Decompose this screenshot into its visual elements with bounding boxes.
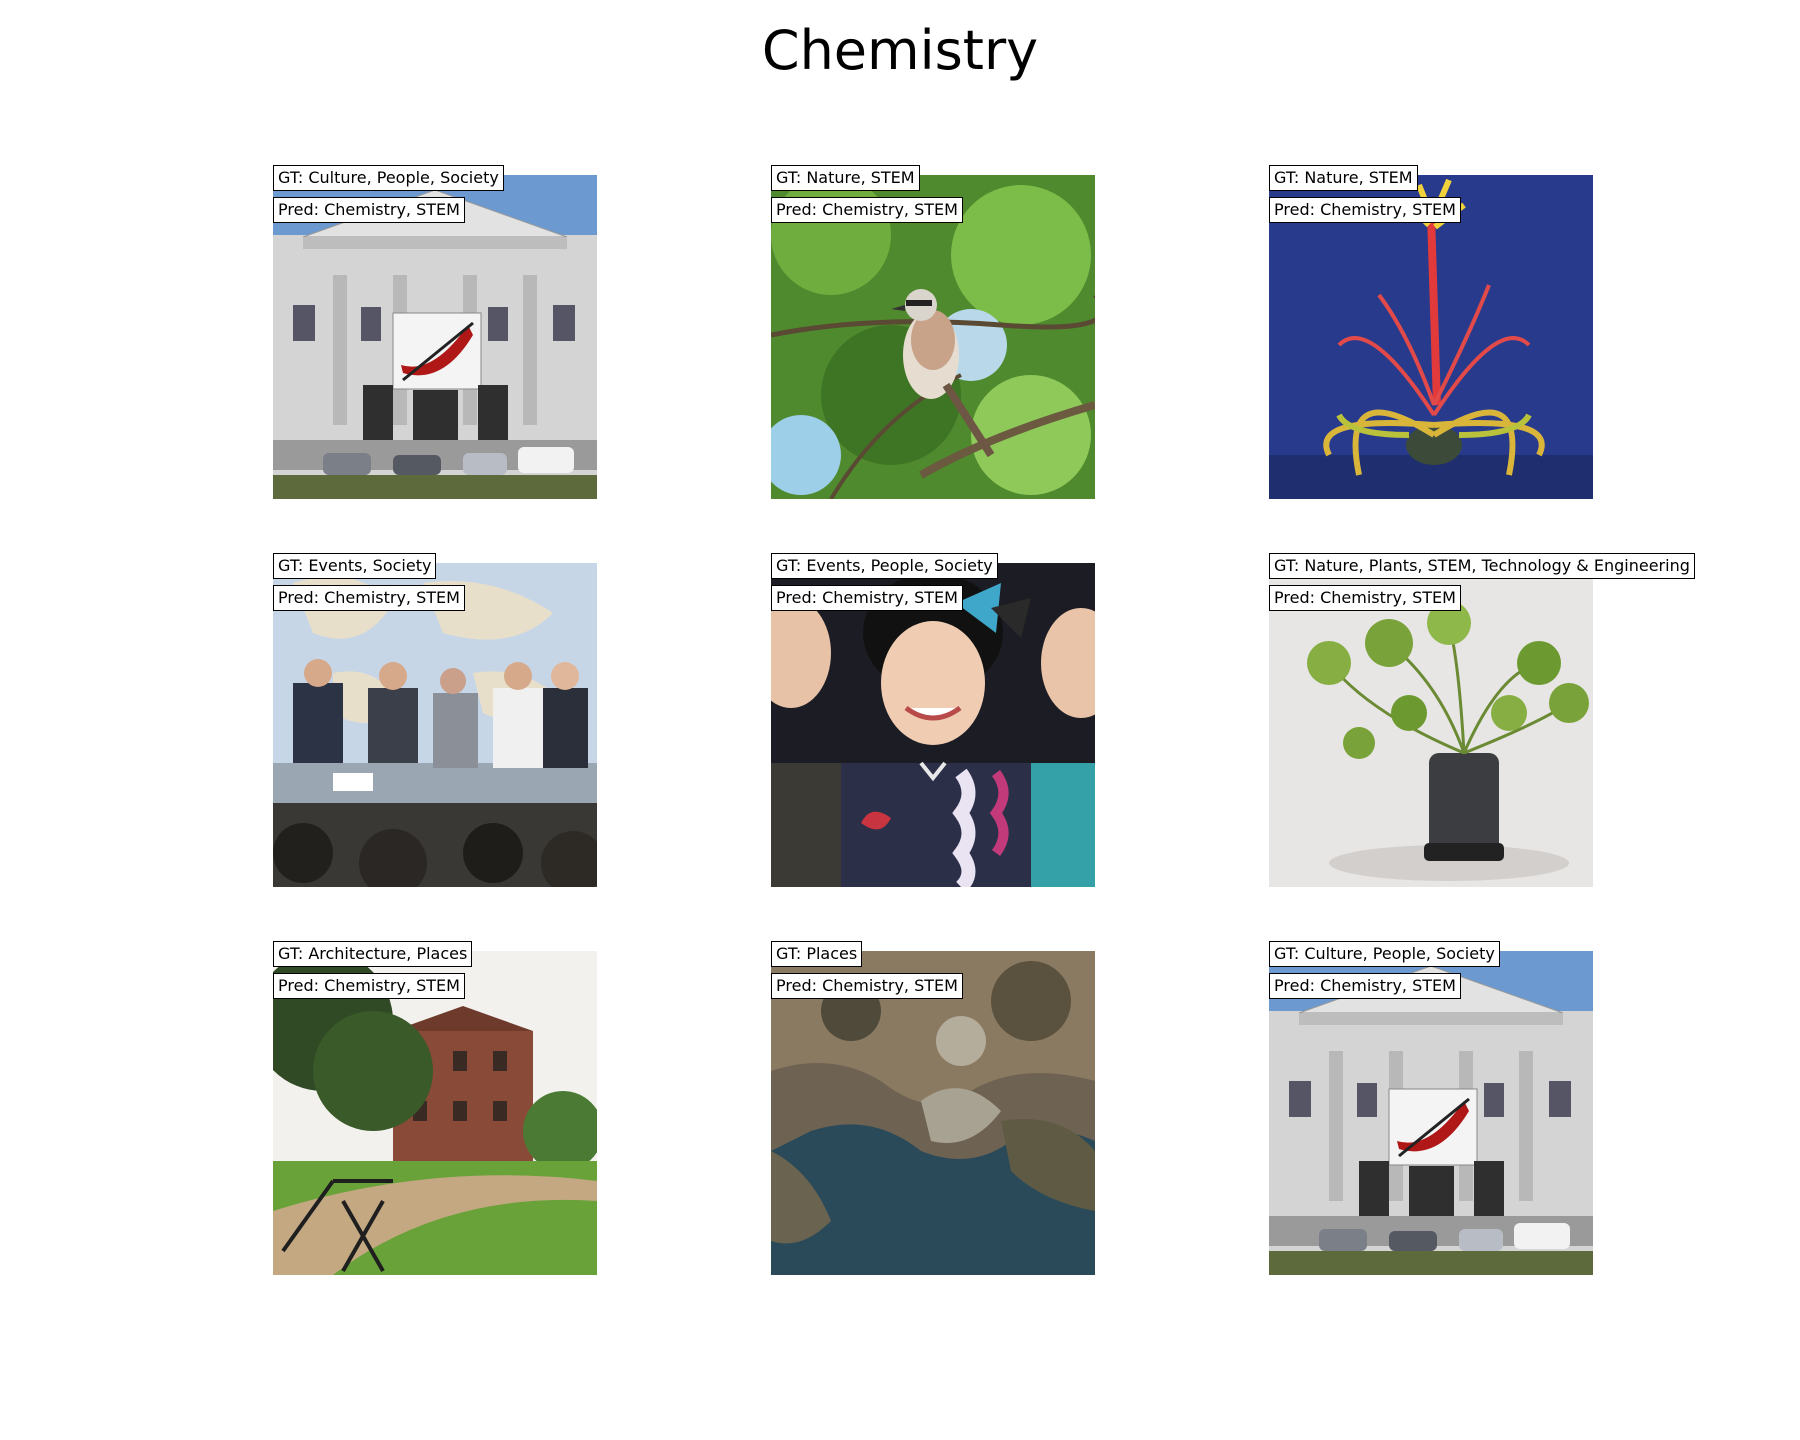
air-plant-image [1269, 175, 1593, 499]
gt-label: GT: Nature, STEM [771, 165, 920, 191]
pred-label: Pred: Chemistry, STEM [1269, 197, 1461, 223]
pred-label: Pred: Chemistry, STEM [771, 197, 963, 223]
pred-label: Pred: Chemistry, STEM [273, 973, 465, 999]
building-facade-image [273, 175, 597, 499]
gt-label: GT: Nature, Plants, STEM, Technology & E… [1269, 553, 1695, 579]
image-panel: GT: Events, People, Society Pred: Chemis… [771, 553, 1095, 887]
gt-label: GT: Architecture, Places [273, 941, 473, 967]
panel-discussion-image [273, 563, 597, 887]
image-panel: GT: Events, Society Pred: Chemistry, STE… [273, 553, 597, 887]
gt-label: GT: Culture, People, Society [273, 165, 504, 191]
pred-label: Pred: Chemistry, STEM [1269, 973, 1461, 999]
bird-on-branch-image [771, 175, 1095, 499]
pred-label: Pred: Chemistry, STEM [1269, 585, 1461, 611]
aerial-coast-image [771, 951, 1095, 1275]
potted-plant-image [1269, 563, 1593, 887]
image-panel: GT: Architecture, Places Pred: Chemistry… [273, 941, 597, 1275]
gt-label: GT: Places [771, 941, 863, 967]
page-title: Chemistry [761, 19, 1039, 82]
pred-label: Pred: Chemistry, STEM [273, 585, 465, 611]
building-facade-image [1269, 951, 1593, 1275]
gt-label: GT: Events, Society [273, 553, 437, 579]
pred-label: Pred: Chemistry, STEM [771, 585, 963, 611]
gt-label: GT: Events, People, Society [771, 553, 998, 579]
image-panel: GT: Nature, STEM Pred: Chemistry, STEM [771, 165, 1095, 499]
gt-label: GT: Nature, STEM [1269, 165, 1418, 191]
smiling-woman-image [771, 563, 1095, 887]
image-panel: GT: Places Pred: Chemistry, STEM [771, 941, 1095, 1275]
gt-label: GT: Culture, People, Society [1269, 941, 1500, 967]
pred-label: Pred: Chemistry, STEM [771, 973, 963, 999]
image-panel: GT: Nature, STEM Pred: Chemistry, STEM [1269, 165, 1593, 499]
pred-label: Pred: Chemistry, STEM [273, 197, 465, 223]
image-panel: GT: Nature, Plants, STEM, Technology & E… [1269, 553, 1695, 887]
image-panel: GT: Culture, People, Society Pred: Chemi… [1269, 941, 1593, 1275]
brick-manor-image [273, 951, 597, 1275]
image-panel: GT: Culture, People, Society Pred: Chemi… [273, 165, 597, 499]
